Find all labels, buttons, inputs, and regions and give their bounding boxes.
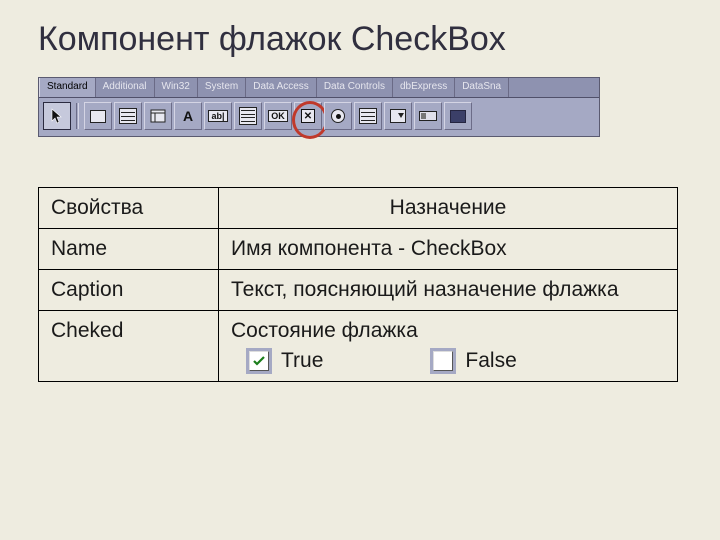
radiobutton-icon[interactable] (324, 102, 352, 130)
checkbox-icon[interactable]: ✕ (294, 102, 322, 130)
checkbox-checked-icon (249, 351, 269, 371)
header-property: Свойства (39, 188, 219, 229)
table-row: Name Имя компонента - CheckBox (39, 229, 678, 270)
memo-icon[interactable] (234, 102, 262, 130)
button-icon[interactable]: OK (264, 102, 292, 130)
mainmenu-icon[interactable] (84, 102, 112, 130)
prop-name: Name (39, 229, 219, 270)
table-header-row: Свойства Назначение (39, 188, 678, 229)
tab-datacontrols[interactable]: Data Controls (317, 78, 393, 97)
groupbox-icon[interactable] (444, 102, 472, 130)
separator-icon (76, 103, 79, 129)
tab-dataaccess[interactable]: Data Access (246, 78, 317, 97)
example-true: True (249, 349, 323, 373)
example-false: False (433, 349, 516, 373)
table-row: Caption Текст, поясняющий назначение фла… (39, 270, 678, 311)
checkbox-unchecked-icon (433, 351, 453, 371)
page-title: Компонент флажок CheckBox (38, 20, 682, 59)
tab-standard[interactable]: Standard (39, 78, 96, 98)
scrollbar-icon[interactable] (414, 102, 442, 130)
palette-toolrow: A ab| OK ✕ (39, 98, 599, 136)
pointer-icon[interactable] (43, 102, 71, 130)
prop-checked: Cheked (39, 311, 219, 382)
prop-name-desc: Имя компонента - CheckBox (219, 229, 678, 270)
listbox-icon[interactable] (354, 102, 382, 130)
tab-additional[interactable]: Additional (96, 78, 155, 97)
edit-icon[interactable]: ab| (204, 102, 232, 130)
table-row: Cheked Состояние флажка True False (39, 311, 678, 382)
combobox-icon[interactable] (384, 102, 412, 130)
prop-checked-desc: Состояние флажка True False (219, 311, 678, 382)
example-false-label: False (465, 349, 516, 373)
prop-caption-desc: Текст, поясняющий назначение флажка (219, 270, 678, 311)
tab-system[interactable]: System (198, 78, 246, 97)
label-icon[interactable]: A (174, 102, 202, 130)
example-true-label: True (281, 349, 323, 373)
frames-icon[interactable] (144, 102, 172, 130)
checked-desc-text: Состояние флажка (231, 319, 418, 342)
checked-examples: True False (249, 349, 665, 373)
prop-caption: Caption (39, 270, 219, 311)
palette-tabstrip: Standard Additional Win32 System Data Ac… (39, 78, 599, 98)
properties-table: Свойства Назначение Name Имя компонента … (38, 187, 678, 382)
tab-dbexpress[interactable]: dbExpress (393, 78, 455, 97)
component-palette: Standard Additional Win32 System Data Ac… (38, 77, 600, 137)
popupmenu-icon[interactable] (114, 102, 142, 130)
header-description: Назначение (219, 188, 678, 229)
tab-datasnap[interactable]: DataSna (455, 78, 509, 97)
tab-win32[interactable]: Win32 (155, 78, 198, 97)
